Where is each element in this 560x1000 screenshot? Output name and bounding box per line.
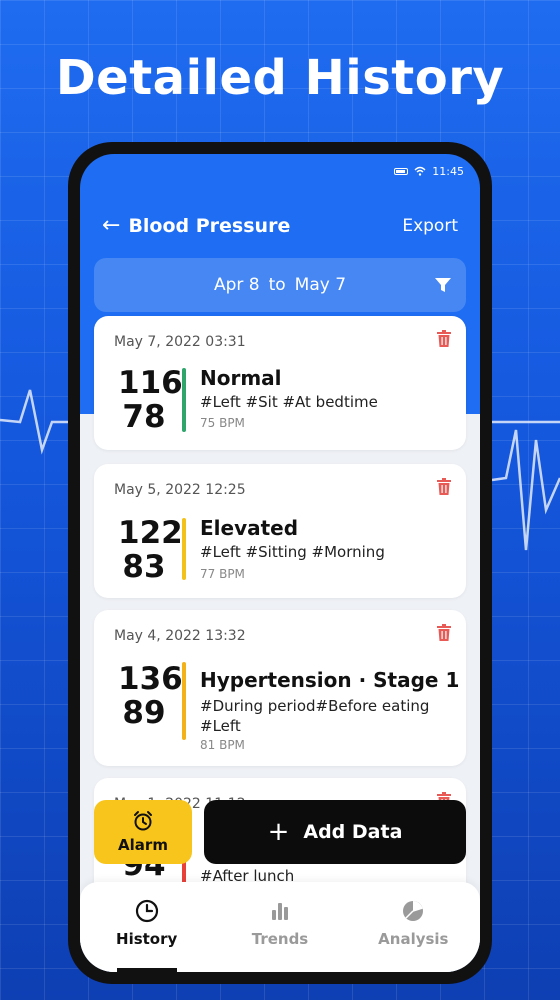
back-arrow-icon[interactable]: ← [102, 215, 120, 237]
systolic-value: 122 [118, 515, 183, 551]
nav-trends[interactable]: Trends [213, 882, 346, 972]
trash-icon[interactable] [436, 478, 452, 496]
nav-history-label: History [116, 930, 178, 948]
date-range-selector[interactable]: Apr 8 to May 7 [94, 258, 466, 312]
add-data-label: Add Data [303, 821, 403, 843]
record-tags: #Left #Sit #At bedtime [200, 393, 378, 411]
header-left: ← Blood Pressure [102, 215, 291, 238]
bp-values: 116 78 [118, 365, 183, 435]
battery-icon [394, 167, 409, 175]
status-color-bar [182, 518, 186, 580]
status-color-bar [182, 662, 186, 740]
phone-frame: 11:45 ← Blood Pressure Export Apr 8 to M… [68, 142, 492, 984]
diastolic-value: 89 [122, 695, 166, 731]
status-label: Hypertension · Stage 1 [200, 668, 460, 692]
bp-values: 122 83 [118, 515, 183, 585]
nav-history[interactable]: History [80, 882, 213, 972]
status-label: Elevated [200, 516, 299, 540]
pie-chart-icon [403, 901, 424, 921]
export-button[interactable]: Export [402, 216, 458, 236]
record-card[interactable]: May 7, 2022 03:31 116 78 Normal #Left #S… [94, 316, 466, 450]
systolic-value: 116 [118, 365, 183, 401]
record-date: May 5, 2022 12:25 [114, 482, 246, 498]
app-screen: 11:45 ← Blood Pressure Export Apr 8 to M… [80, 154, 480, 972]
bar-chart-icon [271, 903, 288, 920]
alarm-label: Alarm [118, 836, 168, 854]
nav-trends-label: Trends [251, 930, 309, 948]
nav-analysis[interactable]: Analysis [347, 882, 480, 972]
trash-icon[interactable] [436, 330, 452, 348]
status-color-bar [182, 368, 186, 432]
record-date: May 7, 2022 03:31 [114, 334, 246, 350]
record-tags: #During period#Before eating #Left [200, 697, 430, 735]
record-tags: #Left #Sitting #Morning [200, 543, 385, 561]
page-title: Blood Pressure [128, 215, 291, 237]
status-time: 11:45 [432, 164, 464, 178]
record-date: May 4, 2022 13:32 [114, 628, 246, 644]
filter-icon[interactable] [434, 276, 452, 294]
heart-rate: 77 BPM [200, 567, 245, 581]
alarm-clock-icon [134, 811, 152, 831]
bottom-navigation: History Trends Analysis [80, 882, 480, 972]
diastolic-value: 78 [122, 399, 166, 435]
plus-icon: + [267, 817, 290, 847]
clock-icon [135, 899, 158, 923]
date-separator: to [268, 275, 286, 295]
trash-icon[interactable] [436, 624, 452, 642]
bp-values: 136 89 [118, 661, 183, 731]
systolic-value: 136 [118, 661, 183, 697]
heart-rate: 81 BPM [200, 738, 245, 752]
promo-headline: Detailed History [55, 50, 505, 106]
record-card[interactable]: May 5, 2022 12:25 122 83 Elevated #Left … [94, 464, 466, 598]
alarm-button[interactable]: Alarm [94, 800, 192, 864]
nav-analysis-label: Analysis [378, 930, 449, 948]
record-card[interactable]: May 4, 2022 13:32 136 89 Hypertension · … [94, 610, 466, 766]
app-header: ← Blood Pressure Export [80, 206, 480, 246]
status-bar: 11:45 [80, 154, 480, 188]
heart-rate: 75 BPM [200, 416, 245, 430]
wifi-icon [414, 166, 426, 176]
date-from: Apr 8 [213, 275, 260, 295]
status-label: Normal [200, 366, 282, 390]
date-to: May 7 [294, 275, 347, 295]
add-data-button[interactable]: + Add Data [204, 800, 466, 864]
diastolic-value: 83 [122, 549, 166, 585]
